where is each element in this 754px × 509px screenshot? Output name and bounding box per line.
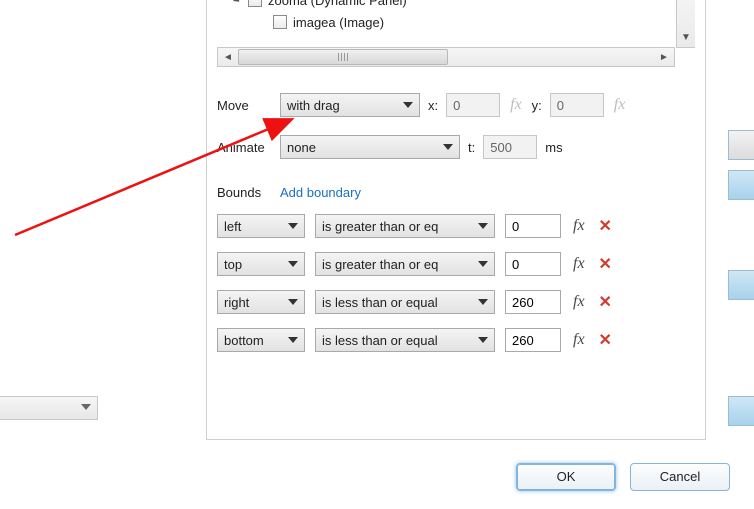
scroll-up-icon[interactable]: ▲ [681, 0, 691, 7]
bounds-value-input[interactable] [505, 252, 561, 276]
dialog-panel: zooma (Dynamic Panel) imagea (Image) ▲ ▼… [206, 0, 706, 440]
bounds-cond-value: is greater than or eq [322, 219, 438, 234]
bounds-row: top is greater than or eq fx ✕ [217, 252, 695, 276]
animate-t-input[interactable] [483, 135, 537, 159]
bounds-side-value: bottom [224, 333, 264, 348]
bounds-cond-dropdown[interactable]: is greater than or eq [315, 252, 495, 276]
move-mode-value: with drag [287, 98, 340, 113]
tree-hscroll[interactable]: ◄ ► [217, 47, 675, 67]
bounds-side-value: left [224, 219, 241, 234]
animate-mode-dropdown[interactable]: none [280, 135, 460, 159]
bounds-cond-dropdown[interactable]: is less than or equal [315, 328, 495, 352]
animate-label: Animate [217, 140, 272, 155]
cancel-button[interactable]: Cancel [630, 463, 730, 491]
bounds-value-input[interactable] [505, 214, 561, 238]
expand-icon[interactable] [233, 0, 242, 5]
tree-row-imagea[interactable]: imagea (Image) [217, 11, 695, 33]
bounds-cond-value: is greater than or eq [322, 257, 438, 272]
fx-x-button[interactable]: fx [508, 96, 524, 114]
delete-row-button[interactable]: ✕ [597, 330, 614, 350]
chevron-down-icon [478, 261, 488, 267]
right-tab-4[interactable] [728, 396, 754, 426]
bounds-side-value: top [224, 257, 242, 272]
checkbox-imagea[interactable] [273, 15, 287, 29]
bounds-cond-dropdown[interactable]: is less than or equal [315, 290, 495, 314]
bounds-side-dropdown[interactable]: bottom [217, 328, 305, 352]
widget-tree: zooma (Dynamic Panel) imagea (Image) ▲ ▼… [217, 0, 695, 67]
chevron-down-icon [288, 261, 298, 267]
delete-row-button[interactable]: ✕ [597, 216, 614, 236]
right-tab-3[interactable] [728, 270, 754, 300]
bounds-side-dropdown[interactable]: left [217, 214, 305, 238]
scroll-right-icon[interactable]: ► [654, 52, 674, 63]
right-tab-1[interactable] [728, 130, 754, 160]
scroll-left-icon[interactable]: ◄ [218, 52, 238, 63]
checkbox-zooma[interactable] [248, 0, 262, 7]
fx-y-button[interactable]: fx [612, 96, 628, 114]
add-boundary-link[interactable]: Add boundary [280, 185, 361, 200]
bounds-value-input[interactable] [505, 290, 561, 314]
dialog-button-bar: OK Cancel [516, 463, 730, 491]
ms-label: ms [545, 140, 562, 155]
bounds-row: left is greater than or eq fx ✕ [217, 214, 695, 238]
bounds-label: Bounds [217, 185, 272, 200]
tree-label: zooma (Dynamic Panel) [268, 0, 407, 8]
chevron-down-icon [478, 337, 488, 343]
fx-button[interactable]: fx [571, 331, 587, 349]
move-y-input[interactable] [550, 93, 604, 117]
bounds-side-value: right [224, 295, 249, 310]
bounds-side-dropdown[interactable]: right [217, 290, 305, 314]
chevron-down-icon [288, 299, 298, 305]
chevron-down-icon [478, 299, 488, 305]
bounds-cond-value: is less than or equal [322, 333, 438, 348]
x-label: x: [428, 98, 438, 113]
bounds-side-dropdown[interactable]: top [217, 252, 305, 276]
right-tab-2[interactable] [728, 170, 754, 200]
scroll-down-icon[interactable]: ▼ [681, 29, 691, 47]
delete-row-button[interactable]: ✕ [597, 254, 614, 274]
tree-label: imagea (Image) [293, 15, 384, 30]
bounds-value-input[interactable] [505, 328, 561, 352]
fx-button[interactable]: fx [571, 217, 587, 235]
bounds-row: right is less than or equal fx ✕ [217, 290, 695, 314]
chevron-down-icon [288, 337, 298, 343]
animate-mode-value: none [287, 140, 316, 155]
delete-row-button[interactable]: ✕ [597, 292, 614, 312]
chevron-down-icon [403, 102, 413, 108]
bounds-row: bottom is less than or equal fx ✕ [217, 328, 695, 352]
fx-button[interactable]: fx [571, 293, 587, 311]
hscroll-thumb[interactable] [238, 49, 448, 65]
y-label: y: [532, 98, 542, 113]
hscroll-track[interactable] [238, 48, 654, 66]
move-x-input[interactable] [446, 93, 500, 117]
chevron-down-icon [288, 223, 298, 229]
bounds-cond-dropdown[interactable]: is greater than or eq [315, 214, 495, 238]
move-mode-dropdown[interactable]: with drag [280, 93, 420, 117]
ok-button[interactable]: OK [516, 463, 616, 491]
t-label: t: [468, 140, 475, 155]
tree-row-zooma[interactable]: zooma (Dynamic Panel) [217, 0, 695, 11]
left-cutoff-dropdown[interactable] [0, 396, 98, 420]
bounds-cond-value: is less than or equal [322, 295, 438, 310]
move-label: Move [217, 98, 272, 113]
tree-vscroll[interactable]: ▲ ▼ [676, 0, 695, 48]
fx-button[interactable]: fx [571, 255, 587, 273]
chevron-down-icon [443, 144, 453, 150]
chevron-down-icon [478, 223, 488, 229]
